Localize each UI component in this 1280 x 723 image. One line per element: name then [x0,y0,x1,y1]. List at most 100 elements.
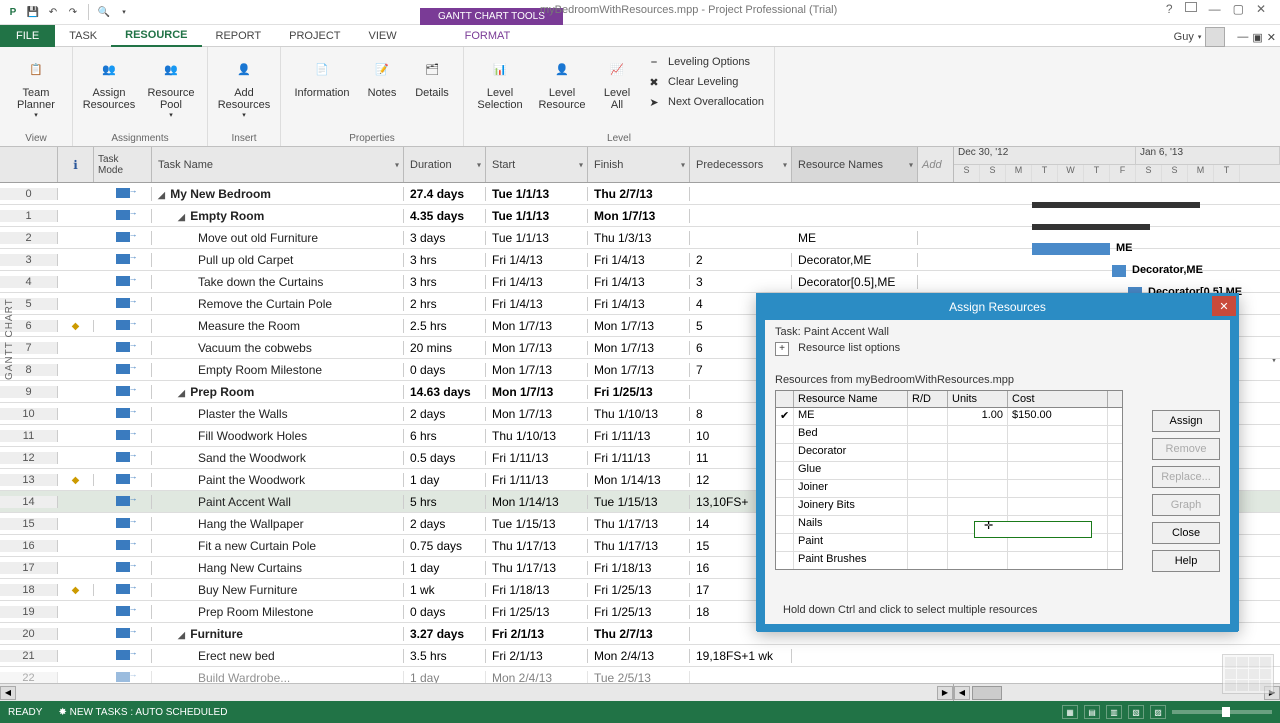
resource-rd-cell[interactable] [908,552,948,569]
row-number[interactable]: 18 [0,584,58,596]
hscroll-left[interactable]: ◀ ▶ [0,684,954,701]
col-info[interactable]: ℹ [58,147,94,182]
finish-cell[interactable]: Thu 1/17/13 [588,539,690,553]
level-selection-button[interactable]: 📊 Level Selection [472,51,528,111]
dialog-close-button[interactable]: ✕ [1212,296,1236,316]
task-name-cell[interactable]: Paint Accent Wall [152,495,404,509]
row-number[interactable]: 9 [0,386,58,398]
duration-cell[interactable]: 3.27 days [404,627,486,641]
zoom-slider[interactable] [1172,710,1272,714]
details-button[interactable]: 🗂 Details [409,51,455,99]
task-mode-cell[interactable] [94,385,152,399]
finish-cell[interactable]: Fri 1/4/13 [588,275,690,289]
col-rd[interactable]: R/D [908,391,948,407]
finish-cell[interactable]: Mon 1/7/13 [588,209,690,223]
start-cell[interactable]: Mon 1/7/13 [486,319,588,333]
start-cell[interactable]: Mon 1/14/13 [486,495,588,509]
row-number[interactable]: 19 [0,606,58,618]
duration-cell[interactable]: 14.63 days [404,385,486,399]
resource-check[interactable] [776,444,794,461]
start-cell[interactable]: Mon 1/7/13 [486,341,588,355]
tab-format[interactable]: FORMAT [451,26,525,46]
duration-cell[interactable]: 2 days [404,407,486,421]
table-row[interactable]: 4 Take down the Curtains3 hrsFri 1/4/13F… [0,271,1280,293]
task-name-cell[interactable]: Buy New Furniture [152,583,404,597]
resource-row[interactable]: Paint Brushes [776,552,1122,570]
resource-name-cell[interactable]: ME [794,408,908,425]
duration-cell[interactable]: 3 hrs [404,275,486,289]
gantt-summary-bar[interactable] [1032,224,1150,230]
task-mode-cell[interactable] [94,451,152,465]
start-cell[interactable]: Mon 1/7/13 [486,407,588,421]
duration-cell[interactable]: 3 hrs [404,253,486,267]
dialog-list-options[interactable]: + Resource list options [775,342,1220,356]
finish-cell[interactable]: Mon 1/14/13 [588,473,690,487]
task-name-cell[interactable]: ◢ Empty Room [152,209,404,223]
resource-name-cell[interactable]: Paint [794,534,908,551]
col-task-mode[interactable]: Task Mode▾ [94,147,152,182]
help-icon[interactable]: ? [1166,2,1173,16]
table-row[interactable]: 1◢ Empty Room4.35 daysTue 1/1/13Mon 1/7/… [0,205,1280,227]
tab-view[interactable]: VIEW [354,26,410,46]
task-mode-cell[interactable] [94,605,152,619]
inner-close-icon[interactable]: ✕ [1267,31,1276,44]
row-number[interactable]: 10 [0,408,58,420]
col-resource-name[interactable]: Resource Name [794,391,908,407]
ribbon-collapse-icon[interactable] [1185,2,1197,12]
close-icon[interactable]: ✕ [1256,2,1266,16]
duration-cell[interactable]: 2.5 hrs [404,319,486,333]
row-number[interactable]: 14 [0,496,58,508]
task-name-cell[interactable]: Empty Room Milestone [152,363,404,377]
task-mode-cell[interactable] [94,429,152,443]
view-resource-icon[interactable]: ▧ [1128,705,1144,719]
task-name-cell[interactable]: Move out old Furniture [152,231,404,245]
finish-cell[interactable]: Thu 2/7/13 [588,627,690,641]
task-mode-cell[interactable] [94,187,152,201]
task-name-cell[interactable]: Remove the Curtain Pole [152,297,404,311]
finish-cell[interactable]: Fri 1/25/13 [588,605,690,619]
col-finish[interactable]: Finish▾ [588,147,690,182]
col-start[interactable]: Start▾ [486,147,588,182]
start-cell[interactable]: Mon 1/7/13 [486,363,588,377]
view-gantt-icon[interactable]: ▦ [1062,705,1078,719]
task-name-cell[interactable]: Hang New Curtains [152,561,404,575]
level-all-button[interactable]: 📈 Level All [596,51,638,111]
task-name-cell[interactable]: Fill Woodwork Holes [152,429,404,443]
resource-cost-cell[interactable] [1008,462,1108,479]
duration-cell[interactable]: 3 days [404,231,486,245]
task-name-cell[interactable]: Hang the Wallpaper [152,517,404,531]
row-number[interactable]: 4 [0,276,58,288]
resource-name-cell[interactable]: Decorator [794,444,908,461]
finish-cell[interactable]: Fri 1/4/13 [588,297,690,311]
resource-name-cell[interactable]: Nails [794,516,908,533]
resource-check[interactable] [776,552,794,569]
resource-name-cell[interactable]: Bed [794,426,908,443]
task-mode-cell[interactable] [94,627,152,641]
duration-cell[interactable]: 1 wk [404,583,486,597]
row-number[interactable]: 2 [0,232,58,244]
leveling-options-button[interactable]: ⎯Leveling Options [644,53,766,71]
graph-button[interactable]: Graph [1152,494,1220,516]
hscroll-left-left-arrow[interactable]: ◀ [0,686,16,700]
duration-cell[interactable]: 0 days [404,363,486,377]
resource-cost-cell[interactable]: $150.00 [1008,408,1108,425]
resource-row[interactable]: Bed [776,426,1122,444]
resource-rd-cell[interactable] [908,498,948,515]
start-cell[interactable]: Fri 1/11/13 [486,473,588,487]
gantt-task-bar[interactable] [1032,243,1110,255]
task-name-cell[interactable]: ◢ Prep Room [152,385,404,399]
hscroll-right-left-arrow[interactable]: ◀ [954,686,970,700]
resource-rd-cell[interactable] [908,534,948,551]
tab-report[interactable]: REPORT [202,26,276,46]
task-name-cell[interactable]: Erect new bed [152,649,404,663]
task-mode-cell[interactable] [94,517,152,531]
row-number[interactable]: 16 [0,540,58,552]
resources-scrollbar[interactable]: ▴ ▾ [1122,391,1123,569]
resource-cost-cell[interactable] [1008,552,1108,569]
row-number[interactable]: 13 [0,474,58,486]
task-name-cell[interactable]: Measure the Room [152,319,404,333]
resource-check[interactable]: ✔ [776,408,794,425]
start-cell[interactable]: Thu 1/17/13 [486,561,588,575]
row-number[interactable]: 0 [0,188,58,200]
finish-cell[interactable]: Fri 1/11/13 [588,429,690,443]
